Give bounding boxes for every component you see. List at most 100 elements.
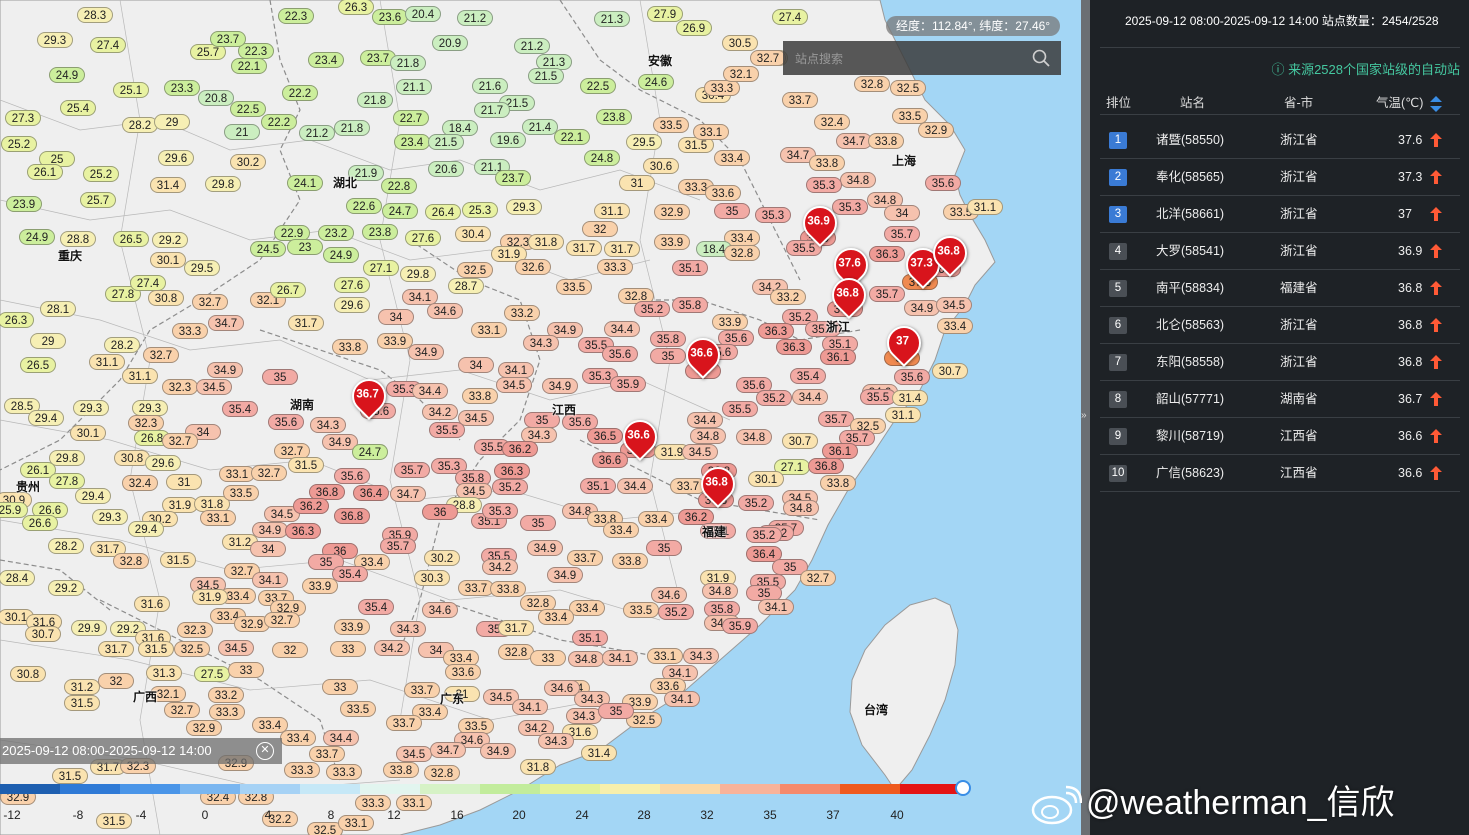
station-temp-label[interactable]: 32 [98, 673, 134, 689]
station-temp-label[interactable]: 32.8 [424, 765, 460, 781]
station-temp-label[interactable]: 35.7 [394, 462, 430, 478]
station-temp-label[interactable]: 34 [250, 541, 286, 557]
station-temp-label[interactable]: 31.1 [89, 354, 125, 370]
station-temp-label[interactable]: 34.8 [568, 651, 604, 667]
station-temp-label[interactable]: 33.2 [504, 305, 540, 321]
station-temp-label[interactable]: 35.7 [869, 286, 905, 302]
station-temp-label[interactable]: 34.4 [792, 389, 828, 405]
station-temp-label[interactable]: 28.2 [48, 538, 84, 554]
station-temp-label[interactable]: 27.6 [334, 277, 370, 293]
station-temp-label[interactable]: 30.1 [748, 471, 784, 487]
station-temp-label[interactable]: 33.2 [208, 687, 244, 703]
station-temp-label[interactable]: 34.9 [904, 300, 940, 316]
station-temp-label[interactable]: 33.4 [538, 609, 574, 625]
station-temp-label[interactable]: 33.8 [612, 553, 648, 569]
station-temp-label[interactable]: 26.1 [27, 164, 63, 180]
station-temp-label[interactable]: 36.3 [494, 463, 530, 479]
station-temp-label[interactable]: 34.4 [323, 730, 359, 746]
ranking-row[interactable]: 2 奉化(58565) 浙江省 37.3 [1100, 159, 1460, 196]
station-temp-label[interactable]: 33.3 [597, 259, 633, 275]
station-temp-label[interactable]: 21.2 [457, 10, 493, 26]
station-temp-label[interactable]: 23 [287, 239, 323, 255]
station-temp-label[interactable]: 35.5 [429, 422, 465, 438]
station-temp-label[interactable]: 34.5 [496, 377, 532, 393]
station-temp-label[interactable]: 27.4 [772, 9, 808, 25]
station-temp-label[interactable]: 23.7 [210, 31, 246, 47]
station-temp-label[interactable]: 33.9 [334, 619, 370, 635]
station-temp-label[interactable]: 27.9 [647, 6, 683, 22]
station-temp-label[interactable]: 35 [646, 540, 682, 556]
station-temp-label[interactable]: 23.8 [596, 109, 632, 125]
station-temp-label[interactable]: 21.5 [428, 134, 464, 150]
station-temp-label[interactable]: 27.3 [5, 110, 41, 126]
station-temp-label[interactable]: 34.7 [836, 133, 872, 149]
station-temp-label[interactable]: 29.8 [400, 266, 436, 282]
station-temp-label[interactable]: 30.7 [782, 433, 818, 449]
station-temp-label[interactable]: 29.4 [28, 410, 64, 426]
station-temp-label[interactable]: 26.4 [425, 204, 461, 220]
station-temp-label[interactable]: 34.7 [430, 742, 466, 758]
station-temp-label[interactable]: 33.5 [340, 701, 376, 717]
station-temp-label[interactable]: 28.7 [448, 278, 484, 294]
station-temp-label[interactable]: 35.7 [380, 538, 416, 554]
station-temp-label[interactable]: 35.2 [738, 495, 774, 511]
station-temp-label[interactable]: 34.9 [542, 378, 578, 394]
station-temp-label[interactable]: 31.7 [98, 641, 134, 657]
station-temp-label[interactable]: 33.1 [647, 648, 683, 664]
station-temp-label[interactable]: 33.9 [377, 333, 413, 349]
station-temp-label[interactable]: 32.8 [724, 245, 760, 261]
station-temp-label[interactable]: 24.5 [250, 241, 286, 257]
station-temp-label[interactable]: 32.9 [654, 204, 690, 220]
station-temp-label[interactable]: 35.3 [755, 207, 791, 223]
station-temp-label[interactable]: 35.6 [894, 369, 930, 385]
station-temp-label[interactable]: 20.9 [432, 35, 468, 51]
station-temp-label[interactable]: 31.5 [138, 641, 174, 657]
station-temp-label[interactable]: 34.8 [690, 428, 726, 444]
station-temp-label[interactable]: 34.1 [664, 691, 700, 707]
station-temp-label[interactable]: 27.1 [363, 260, 399, 276]
station-temp-label[interactable]: 22.2 [261, 114, 297, 130]
station-temp-label[interactable]: 29.5 [626, 134, 662, 150]
station-temp-label[interactable]: 35.3 [806, 177, 842, 193]
station-temp-label[interactable]: 33.7 [386, 715, 422, 731]
station-temp-label[interactable]: 34.4 [412, 383, 448, 399]
station-temp-label[interactable]: 36.3 [776, 339, 812, 355]
station-temp-label[interactable]: 35.4 [358, 599, 394, 615]
station-temp-label[interactable]: 25.3 [462, 202, 498, 218]
station-temp-label[interactable]: 30.1 [150, 252, 186, 268]
station-temp-label[interactable]: 34.5 [218, 640, 254, 656]
station-temp-label[interactable]: 33.5 [223, 485, 259, 501]
station-temp-label[interactable]: 35.2 [658, 604, 694, 620]
station-temp-label[interactable]: 21.8 [357, 92, 393, 108]
ranking-row[interactable]: 9 黎川(58719) 江西省 36.6 [1100, 418, 1460, 455]
station-temp-label[interactable]: 33.1 [219, 466, 255, 482]
station-temp-label[interactable]: 25.9 [0, 502, 28, 518]
station-temp-label[interactable]: 32.1 [723, 66, 759, 82]
station-temp-label[interactable]: 34.3 [683, 648, 719, 664]
station-temp-label[interactable]: 31 [166, 474, 202, 490]
station-temp-label[interactable]: 34.4 [687, 412, 723, 428]
station-temp-label[interactable]: 22.8 [381, 178, 417, 194]
station-temp-label[interactable]: 35.1 [580, 478, 616, 494]
station-temp-label[interactable]: 30.5 [722, 35, 758, 51]
station-temp-label[interactable]: 23.6 [372, 9, 408, 25]
station-temp-label[interactable]: 34.9 [408, 344, 444, 360]
station-temp-label[interactable]: 35 [714, 203, 750, 219]
station-temp-label[interactable]: 24.9 [49, 67, 85, 83]
station-temp-label[interactable]: 33 [322, 679, 358, 695]
station-temp-label[interactable]: 22.5 [580, 78, 616, 94]
station-temp-label[interactable]: 20.4 [405, 6, 441, 22]
station-temp-label[interactable]: 30.4 [455, 226, 491, 242]
ranking-row[interactable]: 4 大罗(58541) 浙江省 36.9 [1100, 233, 1460, 270]
station-temp-label[interactable]: 30.1 [70, 425, 106, 441]
station-temp-label[interactable]: 19.6 [490, 132, 526, 148]
station-temp-label[interactable]: 33.8 [462, 388, 498, 404]
station-temp-label[interactable]: 27.6 [405, 230, 441, 246]
station-temp-label[interactable]: 34.9 [547, 567, 583, 583]
station-temp-label[interactable]: 36.2 [502, 441, 538, 457]
station-temp-label[interactable]: 32.4 [122, 475, 158, 491]
station-temp-label[interactable]: 34.6 [422, 602, 458, 618]
station-temp-label[interactable]: 32.7 [264, 612, 300, 628]
station-temp-label[interactable]: 23.3 [164, 80, 200, 96]
station-temp-label[interactable]: 24.8 [584, 150, 620, 166]
